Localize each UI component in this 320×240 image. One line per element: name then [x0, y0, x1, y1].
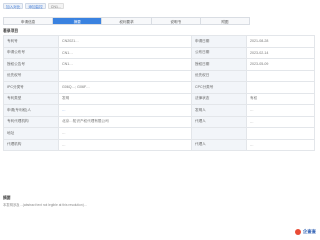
table-row: 申请(专利权)人… 发明人…	[3, 104, 315, 117]
field-label: 专利号	[3, 35, 59, 48]
field-label	[191, 127, 247, 140]
field-label: 申请日期	[191, 35, 247, 48]
field-value: …	[246, 115, 315, 128]
field-value: …	[246, 138, 315, 151]
table-row: 授权公告号 CN1… 授权日期 2023-05-09	[3, 58, 315, 71]
field-value: …	[58, 127, 192, 140]
table-row: 专利代理机构 北京…知识产权代理有限公司 代理人…	[3, 115, 315, 128]
field-label: CPC分类号	[191, 81, 247, 94]
patent-id-crumb: CN1...	[47, 2, 64, 9]
abstract-title: 摘要	[3, 196, 11, 200]
field-label: 法律状态	[191, 92, 247, 105]
field-label: 优先权日	[191, 69, 247, 82]
field-label: 授权日期	[191, 58, 247, 71]
field-label: 专利代理机构	[3, 115, 59, 128]
field-value	[246, 81, 315, 94]
field-value: 北京…知识产权代理有限公司	[58, 115, 192, 128]
field-value: CN1…	[58, 46, 192, 59]
field-value: 发明	[58, 92, 192, 105]
field-label: 专利类型	[3, 92, 59, 105]
compare-button[interactable]: 加入对比	[3, 2, 24, 9]
field-label: 授权公告号	[3, 58, 59, 71]
field-value	[246, 69, 315, 82]
field-value	[58, 69, 192, 82]
table-row: 专利类型 发明 法律状态 有权	[3, 92, 315, 105]
field-label: 优先权号	[3, 69, 59, 82]
tab-description[interactable]: 说明书	[152, 18, 201, 24]
table-row: 专利号 CN2021… 申请日期 2021-08-28	[3, 35, 315, 48]
field-label: 代理人	[191, 138, 247, 151]
field-value: 有权	[246, 92, 315, 105]
field-value: G06Q…; G06F…	[58, 81, 192, 94]
tab-claims[interactable]: 权利要求	[102, 18, 152, 24]
field-value: 2023-02-14	[246, 46, 315, 59]
field-label: 地址	[3, 127, 59, 140]
field-label: 申请公布号	[3, 46, 59, 59]
field-value: 2021-08-28	[246, 35, 315, 48]
tab-figures[interactable]: 附图	[201, 18, 249, 24]
monitor-button[interactable]: 添加监控	[25, 2, 46, 9]
table-row: IPC分类号 G06Q…; G06F… CPC分类号	[3, 81, 315, 94]
table-row: 地址…	[3, 127, 315, 140]
table-row: 申请公布号 CN1… 公布日期 2023-02-14	[3, 46, 315, 59]
tab-abstract[interactable]: 摘要	[53, 18, 103, 24]
breadcrumb: 加入对比 添加监控 CN1...	[3, 2, 64, 9]
field-value: …	[58, 138, 192, 151]
field-value: …	[246, 104, 315, 117]
field-value	[246, 127, 315, 140]
table-row: 代理机构… 代理人…	[3, 138, 315, 151]
brand-mark-icon	[295, 229, 302, 235]
tab-application-info[interactable]: 申请信息	[4, 18, 54, 24]
detail-tabs: 申请信息 摘要 权利要求 说明书 附图	[3, 17, 250, 25]
field-value[interactable]: …	[58, 104, 192, 117]
section-title: 著录项目	[3, 29, 19, 33]
field-label: 代理人	[191, 115, 247, 128]
brand-name: 企查查	[302, 229, 316, 234]
brand-logo[interactable]: 企查查	[295, 229, 316, 235]
field-label: 发明人	[191, 104, 247, 117]
field-label: 申请(专利权)人	[3, 104, 59, 117]
field-label: IPC分类号	[3, 81, 59, 94]
field-value: 2023-05-09	[246, 58, 315, 71]
field-label: 代理机构	[3, 138, 59, 151]
abstract-text: 本发明涉及…(abstract text not legible at this…	[3, 203, 88, 207]
field-label: 公布日期	[191, 46, 247, 59]
bibliographic-table: 专利号 CN2021… 申请日期 2021-08-28 申请公布号 CN1… 公布日期 202…	[3, 35, 315, 151]
table-row: 优先权号 优先权日	[3, 69, 315, 82]
field-value: CN1…	[58, 58, 192, 71]
field-value: CN2021…	[58, 35, 192, 48]
